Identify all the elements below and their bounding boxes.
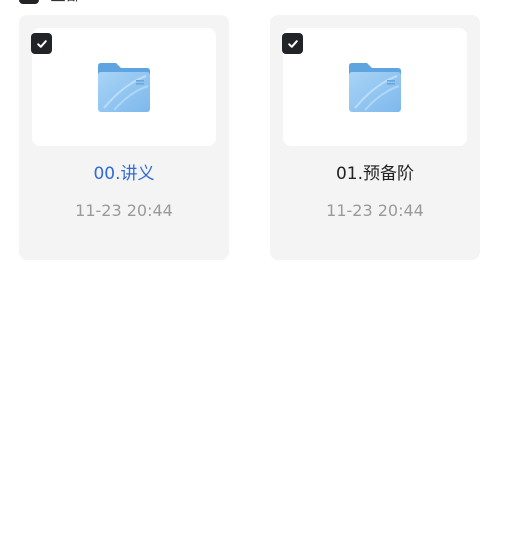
- file-date: 11-23 20:44: [75, 201, 173, 220]
- checkmark-icon: [287, 39, 298, 48]
- file-name[interactable]: 01.预备阶: [270, 163, 480, 185]
- file-grid-page: 全部: [0, 0, 511, 535]
- folder-card[interactable]: 01.预备阶 11-23 20:44: [270, 15, 480, 260]
- file-date: 11-23 20:44: [326, 201, 424, 220]
- folder-card[interactable]: 00.讲义 11-23 20:44: [19, 15, 229, 260]
- select-checkbox[interactable]: [31, 33, 52, 54]
- file-name[interactable]: 00.讲义: [19, 163, 229, 185]
- folder-thumbnail[interactable]: [32, 28, 216, 146]
- checkmark-icon: [36, 39, 47, 48]
- select-checkbox[interactable]: [282, 33, 303, 54]
- folder-icon: [98, 63, 150, 112]
- folder-thumbnail[interactable]: [283, 28, 467, 146]
- select-all-checkbox[interactable]: [19, 0, 39, 4]
- select-all-label: 全部: [50, 0, 82, 4]
- folder-icon: [349, 63, 401, 112]
